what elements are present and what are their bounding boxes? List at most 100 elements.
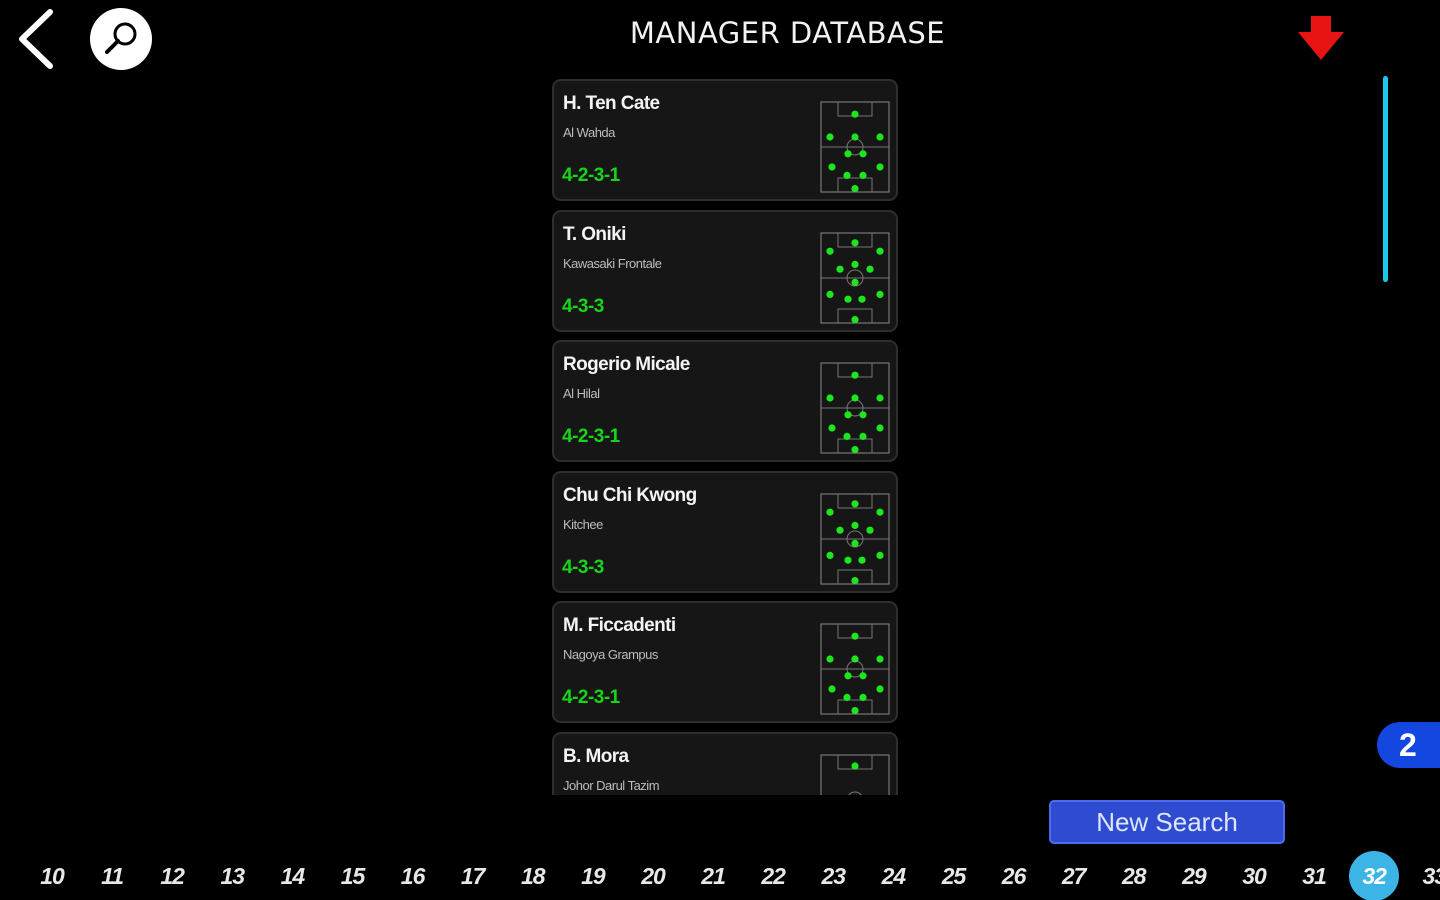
formation-diagram <box>820 492 890 585</box>
player-dot <box>828 163 836 171</box>
player-dot <box>876 655 884 663</box>
page-number[interactable]: 26 <box>988 851 1040 900</box>
player-dot <box>826 508 834 516</box>
manager-club: Nagoya Grampus <box>563 647 658 662</box>
page-number[interactable]: 11 <box>86 851 138 900</box>
player-dot <box>844 411 852 419</box>
page-number[interactable]: 21 <box>687 851 739 900</box>
formation-diagram <box>820 623 890 715</box>
manager-name: T. Oniki <box>563 223 626 245</box>
player-dot <box>826 394 834 402</box>
player-dot <box>826 290 834 298</box>
manager-name: H. Ten Cate <box>563 93 660 114</box>
player-dot <box>826 247 834 255</box>
formation-pitch-icon <box>820 623 890 715</box>
sort-toggle-button[interactable] <box>1297 16 1345 60</box>
player-dot <box>851 707 859 715</box>
manager-list: H. Ten Cate Al Wahda 4-2-3-1 T. Oniki Kawasa… <box>551 79 901 795</box>
player-dot <box>876 133 884 141</box>
player-dot <box>851 632 859 640</box>
page-number[interactable]: 10 <box>26 851 78 900</box>
page-number[interactable]: 14 <box>266 851 318 900</box>
manager-name: Chu Chi Kwong <box>563 484 697 506</box>
player-dot <box>843 171 851 179</box>
player-dot <box>866 265 874 273</box>
manager-formation: 4-2-3-1 <box>562 426 620 447</box>
page-number[interactable]: 24 <box>867 851 919 900</box>
player-dot <box>843 693 851 701</box>
page-number[interactable]: 30 <box>1228 851 1280 900</box>
manager-club: Johor Darul Tazim <box>563 777 660 793</box>
page-number[interactable]: 28 <box>1108 851 1160 900</box>
manager-card[interactable]: Chu Chi Kwong Kitchee 4-3-3 <box>552 470 898 593</box>
manager-formation: 4-2-3-1 <box>562 687 620 708</box>
manager-name: Rogerio Micale <box>563 354 690 375</box>
manager-formation: 4-3-3 <box>562 295 604 317</box>
player-dot <box>851 260 859 268</box>
player-dot <box>844 295 852 303</box>
player-dot <box>826 133 834 141</box>
player-dot <box>851 185 859 193</box>
player-dot <box>851 499 859 507</box>
page-number[interactable]: 15 <box>327 851 379 900</box>
page-number-active[interactable]: 32 <box>1348 851 1400 900</box>
player-dot <box>851 576 859 584</box>
manager-card[interactable]: B. Mora Johor Darul Tazim <box>552 731 898 795</box>
player-dot <box>866 526 874 534</box>
arrow-down-icon <box>1298 16 1344 60</box>
player-dot <box>851 521 859 529</box>
page-number[interactable]: 27 <box>1048 851 1100 900</box>
page-number[interactable]: 16 <box>387 851 439 900</box>
page-number[interactable]: 13 <box>206 851 258 900</box>
manager-card[interactable]: T. Oniki Kawasaki Frontale 4-3-3 <box>552 209 898 332</box>
page-number[interactable]: 22 <box>747 851 799 900</box>
player-dot <box>876 394 884 402</box>
player-dot <box>859 693 867 701</box>
player-dot <box>851 655 859 663</box>
player-dot <box>876 163 884 171</box>
player-dot <box>876 247 884 255</box>
manager-card[interactable]: M. Ficcadenti Nagoya Grampus 4-2-3-1 <box>552 601 898 723</box>
player-dot <box>828 424 836 432</box>
manager-card[interactable]: H. Ten Cate Al Wahda 4-2-3-1 <box>552 79 898 201</box>
player-dot <box>851 133 859 141</box>
new-search-button[interactable]: New Search <box>1049 800 1285 844</box>
formation-pitch-icon <box>820 101 890 193</box>
formation-pitch-icon <box>820 492 890 585</box>
player-dot <box>858 295 866 303</box>
manager-name: B. Mora <box>563 745 629 767</box>
list-scrollbar[interactable] <box>1383 76 1388 282</box>
player-dot <box>876 424 884 432</box>
player-dot <box>836 265 844 273</box>
manager-formation: 4-2-3-1 <box>562 165 620 186</box>
player-dot <box>851 446 859 454</box>
player-dot <box>851 371 859 379</box>
manager-card[interactable]: Rogerio Micale Al Hilal 4-2-3-1 <box>552 340 898 462</box>
player-dot <box>844 150 852 158</box>
manager-club: Al Wahda <box>563 125 615 140</box>
player-dot <box>836 526 844 534</box>
page-number[interactable]: 17 <box>447 851 499 900</box>
page-number[interactable]: 18 <box>507 851 559 900</box>
page-number[interactable]: 12 <box>146 851 198 900</box>
page-number[interactable]: 19 <box>567 851 619 900</box>
page-number[interactable]: 25 <box>928 851 980 900</box>
formation-diagram <box>820 753 890 795</box>
page-number[interactable]: 33 <box>1408 851 1440 900</box>
player-dot <box>859 150 867 158</box>
page-indicator-badge: 2 <box>1377 722 1440 768</box>
page-number[interactable]: 31 <box>1288 851 1340 900</box>
page-number[interactable]: 29 <box>1168 851 1220 900</box>
manager-club: Kitchee <box>563 516 603 532</box>
player-dot <box>876 508 884 516</box>
page-number[interactable]: 20 <box>627 851 679 900</box>
player-dot <box>826 551 834 559</box>
player-dot <box>851 278 859 286</box>
page-number[interactable]: 23 <box>807 851 859 900</box>
player-dot <box>851 238 859 246</box>
formation-pitch-icon <box>820 231 890 324</box>
player-dot <box>876 551 884 559</box>
player-dot <box>876 290 884 298</box>
manager-formation: 4-3-3 <box>562 556 604 578</box>
player-dot <box>828 685 836 693</box>
